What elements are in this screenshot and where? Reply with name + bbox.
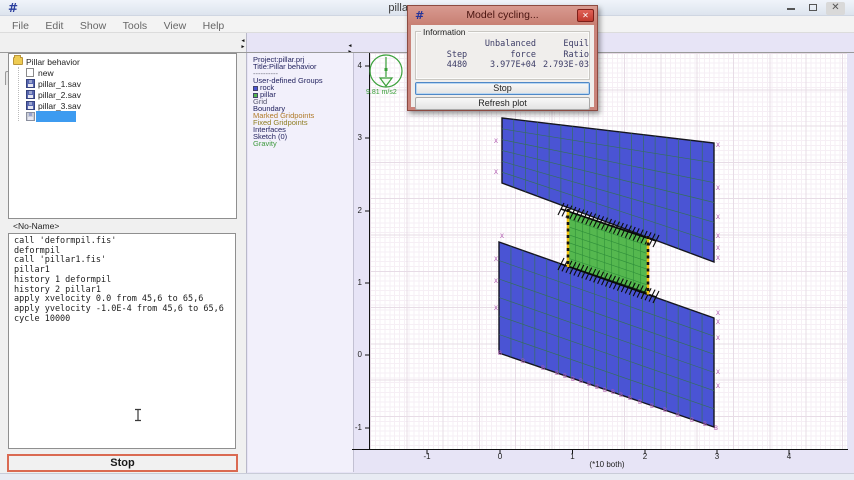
app-icon: # [8, 1, 18, 15]
tree-item-pillar-2[interactable]: pillar_2.sav [13, 89, 81, 100]
dialog-body: Information UnbalancedEquil StepforceRat… [411, 25, 594, 107]
menu-show[interactable]: Show [74, 18, 112, 34]
record-section-label: <No-Name> [13, 221, 59, 231]
x-tick-label: -1 [416, 452, 438, 461]
table-row: StepforceRatio [430, 50, 589, 61]
x-axis-caption: (*10 both) [567, 460, 647, 469]
floppy-icon [26, 101, 35, 110]
x-tick-label: 0 [489, 452, 511, 461]
menu-edit[interactable]: Edit [39, 18, 69, 34]
plot-canvas[interactable] [370, 53, 847, 449]
cycling-info-table: UnbalancedEquil StepforceRatio 44803.977… [430, 39, 589, 71]
menu-view[interactable]: View [158, 18, 193, 34]
maximize-button[interactable] [803, 2, 822, 15]
record-tree: Pillar behavior new pillar_1.sav pillar_… [8, 53, 237, 219]
table-row: 44803.977E+042.793E-03 [430, 60, 589, 71]
y-tick-label: 1 [348, 278, 362, 287]
dialog-refresh-plot-button[interactable]: Refresh plot [415, 97, 590, 110]
y-tick-label: -1 [348, 423, 362, 432]
menu-tools[interactable]: Tools [117, 18, 154, 34]
tree-root-pillar-behavior[interactable]: Pillar behavior [13, 56, 80, 67]
status-bar [0, 473, 854, 480]
ibeam-cursor [133, 408, 143, 422]
dialog-title: Model cycling... [408, 9, 597, 21]
y-tick-label: 4 [348, 61, 362, 70]
information-groupbox: Information UnbalancedEquil StepforceRat… [415, 31, 590, 80]
x-tick-label: 4 [778, 452, 800, 461]
dialog-stop-button[interactable]: Stop [415, 82, 590, 95]
maximize-icon [809, 4, 817, 11]
legend-splitter-arrows[interactable]: ◄► [347, 43, 353, 55]
tree-item-new-save[interactable] [13, 111, 38, 122]
y-tick-label: 3 [348, 133, 362, 142]
y-tick-label: 2 [348, 206, 362, 215]
floppy-icon [26, 90, 35, 99]
tree-item-new[interactable]: new [13, 67, 54, 78]
menu-file[interactable]: File [6, 18, 35, 34]
dialog-close-button[interactable]: ✕ [577, 9, 594, 22]
record-stop-button[interactable]: Stop [7, 454, 238, 472]
legend-line: Gravity [253, 140, 323, 147]
plot-legend-list: Project:pillar.prjTitle:Pillar behavior-… [253, 56, 323, 147]
model-cycling-dialog: # Model cycling... ✕ Information Unbalan… [407, 5, 598, 111]
menu-help[interactable]: Help [197, 18, 231, 34]
legend-swatch [253, 93, 258, 98]
y-tick-label: 0 [348, 350, 362, 359]
tree-item-pillar-3[interactable]: pillar_3.sav [13, 100, 81, 111]
file-icon [26, 68, 34, 77]
legend-swatch [253, 86, 258, 91]
information-label: Information [421, 27, 468, 37]
close-button[interactable]: ✕ [826, 2, 845, 15]
table-row: UnbalancedEquil [430, 39, 589, 50]
floppy-icon [26, 79, 35, 88]
record-console[interactable]: call 'deformpil.fis' deformpil call 'pil… [8, 233, 236, 449]
close-icon: ✕ [582, 11, 589, 20]
tree-selection-rename-box[interactable] [36, 111, 76, 122]
panel-divider [246, 33, 247, 473]
minimize-icon [787, 2, 795, 10]
left-panel: Console Record Fish Notes Pillar behavio… [0, 33, 246, 473]
folder-icon [13, 57, 23, 65]
record-console-text: call 'deformpil.fis' deformpil call 'pil… [14, 237, 224, 324]
dialog-title-bar[interactable]: # Model cycling... ✕ [408, 6, 597, 25]
plot-legend-panel: Project:pillar.prjTitle:Pillar behavior-… [248, 53, 354, 472]
x-tick-label: 3 [706, 452, 728, 461]
close-icon: ✕ [831, 2, 839, 13]
tree-item-pillar-1[interactable]: pillar_1.sav [13, 78, 81, 89]
tabline [0, 52, 246, 53]
minimize-button[interactable] [781, 2, 800, 15]
floppy-icon [26, 112, 35, 121]
gravity-value-label: 9.81 m/s2 [366, 89, 397, 96]
